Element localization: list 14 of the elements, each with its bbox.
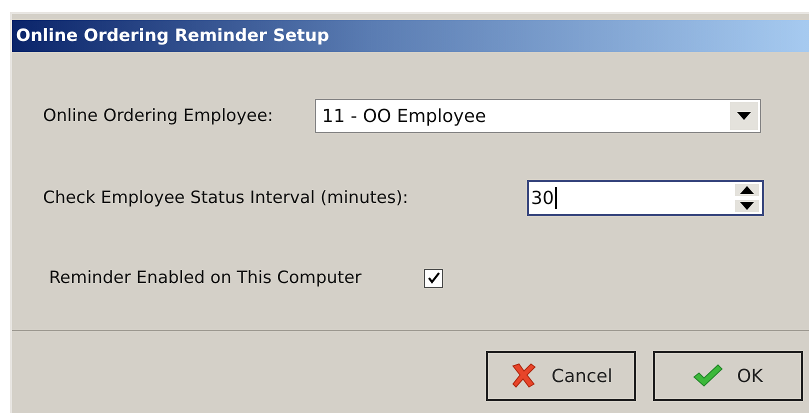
spin-down-icon[interactable]: [735, 200, 759, 212]
checkbox-label: Reminder Enabled on This Computer: [49, 268, 363, 288]
close-icon: [510, 362, 538, 390]
reminder-checkbox[interactable]: [424, 268, 443, 288]
interval-spin-field[interactable]: 30: [527, 180, 764, 216]
employee-dropdown[interactable]: 11 - OO Employee: [315, 99, 761, 133]
caret-icon: [737, 112, 751, 120]
cancel-button[interactable]: Cancel: [486, 351, 636, 401]
window-title: Online Ordering Reminder Setup: [16, 26, 330, 46]
ok-button[interactable]: OK: [653, 351, 803, 401]
field-label: Online Ordering Employee:: [43, 106, 274, 126]
field-label: Check Employee Status Interval (minutes):: [43, 188, 410, 208]
check-icon: [693, 364, 723, 388]
spin-up-icon[interactable]: [735, 184, 759, 196]
